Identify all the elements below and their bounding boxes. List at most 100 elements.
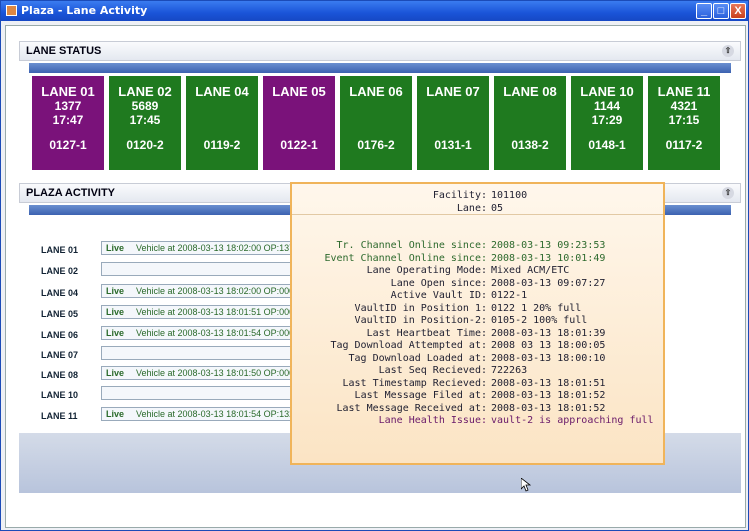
plaza-activity-title: PLAZA ACTIVITY <box>26 187 116 199</box>
detail-value: 2008-03-13 18:01:51 <box>491 377 606 389</box>
activity-row: LANE 08 Live Vehicle at 2008-03-13 18:01:5… <box>41 366 311 381</box>
detail-row: Last Message Received at: 2008-03-13 18:0… <box>292 403 667 416</box>
detail-row: Last Seq Recieved: 722263 <box>292 365 667 378</box>
detail-value: 2008-03-13 09:07:27 <box>491 277 606 289</box>
activity-lane-label: LANE 04 <box>41 288 79 298</box>
app-window: Plaza - Lane Activity _ □ X LANE STATUS … <box>0 0 749 531</box>
lane-name: LANE 04 <box>195 84 249 99</box>
lane-count: 5689 <box>131 99 159 113</box>
detail-label: Lane Health Issue: <box>378 415 487 426</box>
lane-tile[interactable]: LANE 06 0176-2 <box>339 75 413 171</box>
collapse-icon[interactable]: ⇧ <box>722 45 734 57</box>
lane-vault: 0138-2 <box>511 138 549 152</box>
lane-count: 1377 <box>54 99 82 113</box>
activity-lane-label: LANE 05 <box>41 309 79 319</box>
activity-lane-label: LANE 11 <box>41 411 78 421</box>
detail-label: Last Timestamp Recieved: <box>342 377 488 389</box>
lane-tile[interactable]: LANE 11 4321 17:15 0117-2 <box>647 75 721 171</box>
activity-text: Vehicle at 2008-03-13 18:01:51 OP:0000 <box>136 307 300 317</box>
activity-status: Live <box>106 307 125 317</box>
detail-label: Last Message Received at: <box>336 402 487 414</box>
title-bar[interactable]: Plaza - Lane Activity _ □ X <box>1 1 748 21</box>
activity-status: Live <box>106 328 125 338</box>
activity-status-bar[interactable] <box>101 262 311 276</box>
activity-row: LANE 06 Live Vehicle at 2008-03-13 18:01:5… <box>41 326 311 341</box>
popup-divider <box>292 214 663 215</box>
detail-row: Tr. Channel Online since: 2008-03-13 09:2… <box>292 240 667 253</box>
detail-label: Lane Operating Mode: <box>366 265 487 276</box>
lane-count: 4321 <box>670 99 698 113</box>
activity-status-bar[interactable] <box>101 386 311 400</box>
detail-label: Tag Download Attempted at: <box>330 340 487 351</box>
activity-text: Vehicle at 2008-03-13 18:01:54 OP:1321 <box>136 409 300 419</box>
lane-vault: 0176-2 <box>357 138 395 152</box>
close-button[interactable]: X <box>730 3 746 19</box>
activity-row: LANE 07 <box>41 346 311 361</box>
lane-status-header[interactable]: LANE STATUS ⇧ <box>19 41 741 61</box>
app-icon <box>6 5 17 16</box>
detail-label: Active Vault ID: <box>390 290 487 301</box>
activity-status-bar[interactable] <box>101 346 311 360</box>
detail-value: 722263 <box>491 365 528 376</box>
lane-name: LANE 07 <box>426 84 480 99</box>
lane-vault: 0131-1 <box>434 138 472 152</box>
activity-text: Vehicle at 2008-03-13 18:01:54 OP:0000 <box>136 328 300 338</box>
lane-tile[interactable]: LANE 05 0122-1 <box>262 75 336 171</box>
lane-name: LANE 11 <box>657 84 711 99</box>
detail-label: VaultID in Position 1: <box>354 302 487 314</box>
minimize-button[interactable]: _ <box>696 3 712 19</box>
lane-tile[interactable]: LANE 08 0138-2 <box>493 75 567 171</box>
expand-icon[interactable]: ⇧ <box>722 187 734 199</box>
activity-status-bar[interactable]: Live Vehicle at 2008-03-13 18:01:51 OP:00… <box>101 305 311 319</box>
detail-value: 2008-03-13 18:01:39 <box>491 327 606 339</box>
detail-label: VaultID in Position-2: <box>354 315 487 326</box>
detail-row: Lane Operating Mode: Mixed ACM/ETC <box>292 265 667 278</box>
detail-row: Lane Open since: 2008-03-13 09:07:27 <box>292 278 667 291</box>
activity-lane-label: LANE 08 <box>41 370 79 380</box>
detail-label: Tr. Channel Online since: <box>336 240 487 251</box>
detail-row: Tag Download Attempted at: 2008 03 13 18:… <box>292 340 667 353</box>
activity-status-bar[interactable]: Live Vehicle at 2008-03-13 18:02:00 OP:13… <box>101 241 311 255</box>
detail-label: Tag Download Loaded at: <box>348 352 487 364</box>
lane-tile[interactable]: LANE 04 0119-2 <box>185 75 259 171</box>
facility-row: Facility: 101100 <box>292 190 667 203</box>
activity-status-bar[interactable]: Live Vehicle at 2008-03-13 18:01:50 OP:00… <box>101 366 311 380</box>
detail-value: 2008-03-13 09:23:53 <box>491 240 606 251</box>
activity-lane-label: LANE 10 <box>41 390 79 400</box>
detail-row: Active Vault ID: 0122-1 <box>292 290 667 303</box>
detail-value: 2008-03-13 18:01:52 <box>491 390 606 401</box>
activity-lane-label: LANE 06 <box>41 330 79 340</box>
mouse-cursor-icon <box>521 478 531 492</box>
detail-row: Tag Download Loaded at: 2008-03-13 18:00:… <box>292 353 667 366</box>
activity-status-bar[interactable]: Live Vehicle at 2008-03-13 18:02:00 OP:00… <box>101 284 311 298</box>
lane-vault: 0117-2 <box>665 138 703 152</box>
detail-row: Last Heartbeat Time: 2008-03-13 18:01:39 <box>292 328 667 341</box>
lane-tile[interactable]: LANE 01 1377 17:47 0127-1 <box>31 75 105 171</box>
detail-value: 0122 1 20% full <box>491 302 582 314</box>
lane-detail-popup: Facility: 101100 Lane: 05 Tr. Channel On… <box>290 182 665 465</box>
activity-status-bar[interactable]: Live Vehicle at 2008-03-13 18:01:54 OP:00… <box>101 326 311 340</box>
lane-tiles: LANE 01 1377 17:47 0127-1 LANE 02 5689 17:45 01… <box>29 73 731 173</box>
detail-label: Lane Open since: <box>390 277 487 289</box>
lane-name: LANE 06 <box>349 84 403 99</box>
activity-status: Live <box>106 409 125 419</box>
lane-tile[interactable]: LANE 07 0131-1 <box>416 75 490 171</box>
detail-value: 2008-03-13 18:01:52 <box>491 402 606 414</box>
detail-label: Last Seq Recieved: <box>378 365 487 376</box>
activity-row: LANE 11 Live Vehicle at 2008-03-13 18:01:5… <box>41 407 311 422</box>
detail-row: Last Timestamp Recieved: 2008-03-13 18:01… <box>292 378 667 391</box>
lane-value: 05 <box>491 203 504 214</box>
maximize-button[interactable]: □ <box>713 3 729 19</box>
detail-value: 2008-03-13 18:00:10 <box>491 352 606 364</box>
lane-vault: 0148-1 <box>588 138 626 152</box>
window-title: Plaza - Lane Activity <box>21 4 148 17</box>
lane-tile[interactable]: LANE 02 5689 17:45 0120-2 <box>108 75 182 171</box>
activity-status-bar[interactable]: Live Vehicle at 2008-03-13 18:01:54 OP:13… <box>101 407 311 421</box>
activity-status: Live <box>106 243 125 253</box>
lane-status-band <box>29 63 731 73</box>
lane-time: 17:47 <box>52 113 84 127</box>
lane-tile[interactable]: LANE 10 1144 17:29 0148-1 <box>570 75 644 171</box>
detail-value: 2008 03 13 18:00:05 <box>491 340 606 351</box>
detail-value: 0122-1 <box>491 290 528 301</box>
lane-vault: 0127-1 <box>49 138 87 152</box>
